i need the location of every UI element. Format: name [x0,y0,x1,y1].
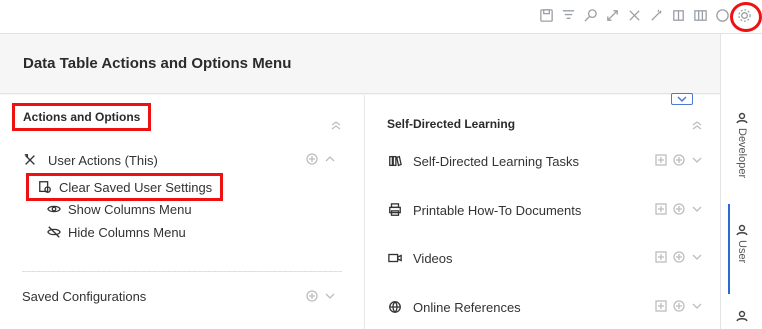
chevron-up-icon [325,156,335,162]
chevron-down-icon [692,254,702,260]
add-circle-icon [306,290,318,302]
user-icon [736,112,748,124]
show-columns-item[interactable]: Show Columns Menu [46,201,192,217]
tab-user[interactable]: User [721,224,762,263]
expand-icon[interactable] [604,7,620,23]
show-columns-label: Show Columns Menu [68,201,192,217]
tab-user-label: User [736,240,748,264]
saved-config-controls[interactable] [306,290,336,302]
add-square-icon [655,300,667,312]
tools-icon [22,152,38,168]
hide-columns-label: Hide Columns Menu [68,224,186,240]
clear-settings-icon [37,179,53,195]
learning-heading: Self-Directed Learning [387,117,515,131]
learning-tasks-controls[interactable] [655,154,703,166]
add-circle-icon [673,154,685,166]
videos-item[interactable]: Videos [387,250,453,266]
saved-configurations-group[interactable]: Saved Configurations [22,289,146,304]
add-circle-icon [673,203,685,215]
chevron-down-icon [692,303,702,309]
search-icon[interactable] [582,7,598,23]
user-actions-group[interactable]: User Actions (This) [22,152,158,168]
filter-icon[interactable] [560,7,576,23]
hide-columns-item[interactable]: Hide Columns Menu [46,224,186,240]
add-circle-icon [306,153,318,165]
video-icon [387,250,403,266]
add-circle-icon [673,300,685,312]
tab-other[interactable] [721,310,762,322]
chevron-down-icon [325,293,335,299]
actions-options-panel: Data Table Actions and Options Menu Acti… [0,34,720,329]
saved-configurations-label: Saved Configurations [22,289,147,304]
eye-icon [46,201,62,217]
collapse-learning-icon[interactable] [691,119,703,131]
online-references-controls[interactable] [655,300,703,312]
books-icon [387,153,403,169]
top-toolbar [0,0,762,34]
chevron-down-icon [692,157,702,163]
user-icon [736,310,748,322]
right-sidebar: Developer User [720,34,762,329]
learning-tasks-label: Self-Directed Learning Tasks [413,153,579,169]
learning-column: Self-Directed Learning Self-Directed Lea… [364,95,720,329]
howto-docs-label: Printable How-To Documents [413,202,582,218]
actions-heading: Actions and Options [12,103,152,131]
toolbar-icons [538,7,752,23]
user-icon [736,224,748,236]
save-icon[interactable] [538,7,554,23]
gear-highlight-ring [730,2,762,32]
actions-column: Actions and Options User Actions (This) … [0,95,364,329]
clear-saved-settings-label: Clear Saved User Settings [59,179,213,195]
globe-icon [387,299,403,315]
add-circle-icon [673,251,685,263]
add-square-icon [655,203,667,215]
add-square-icon [655,154,667,166]
clear-saved-settings-item[interactable]: Clear Saved User Settings [26,173,224,201]
online-references-label: Online References [413,299,521,315]
export-icon[interactable] [670,7,686,23]
page-title: Data Table Actions and Options Menu [23,55,292,72]
wand-icon[interactable] [648,7,664,23]
learning-heading-label: Self-Directed Learning [387,117,516,131]
actions-heading-label: Actions and Options [23,110,141,124]
chevron-down-icon [692,206,702,212]
tab-developer-label: Developer [736,128,748,179]
tab-developer[interactable]: Developer [721,112,762,178]
panel-header: Data Table Actions and Options Menu [0,34,720,94]
learning-tasks-item[interactable]: Self-Directed Learning Tasks [387,153,579,169]
online-references-item[interactable]: Online References [387,299,521,315]
tools-icon[interactable] [626,7,642,23]
collapse-section-icon[interactable] [330,119,342,131]
section-divider [22,271,342,272]
videos-controls[interactable] [655,251,703,263]
collapse-panel-button[interactable] [671,93,693,105]
videos-label: Videos [413,250,453,266]
add-square-icon [655,251,667,263]
eye-off-icon [46,224,62,240]
columns-icon[interactable] [692,7,708,23]
help-icon[interactable] [714,7,730,23]
user-actions-controls[interactable] [306,153,336,165]
printer-icon [387,202,403,218]
howto-docs-controls[interactable] [655,203,703,215]
user-actions-label: User Actions (This) [48,152,158,168]
howto-docs-item[interactable]: Printable How-To Documents [387,202,581,218]
